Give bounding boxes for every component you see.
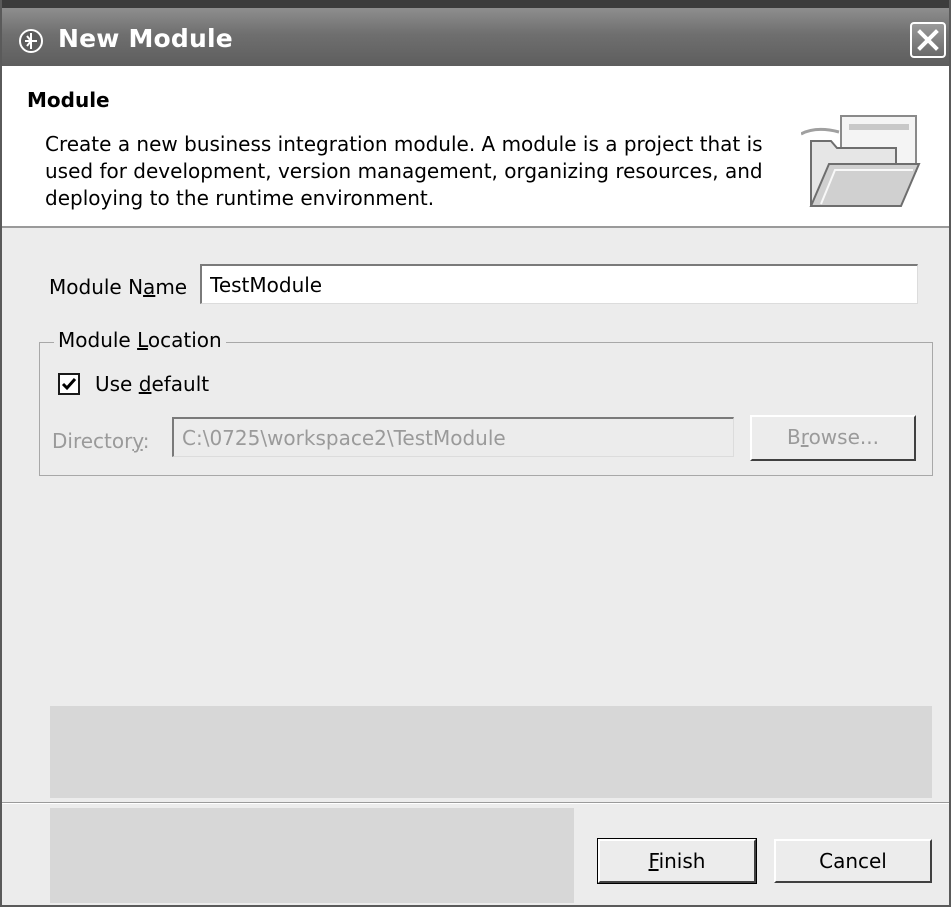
directory-label: Directory: (52, 429, 150, 453)
module-name-label: Module Name (49, 275, 188, 299)
title-bar[interactable]: New Module (2, 0, 949, 66)
module-name-input[interactable] (200, 264, 918, 304)
content-filler-panel (50, 706, 932, 798)
use-default-checkbox[interactable] (58, 373, 80, 395)
footer-separator (2, 802, 949, 804)
page-description: Create a new business integration module… (45, 132, 763, 210)
footer-filler-panel (50, 808, 574, 903)
module-location-group: Module Location Use default Directory: B… (39, 328, 933, 476)
wizard-header: Module Create a new business integration… (2, 66, 949, 228)
eclipse-wizard-icon (19, 29, 43, 53)
use-default-label[interactable]: Use default (95, 372, 209, 396)
cancel-button[interactable]: Cancel (774, 839, 932, 883)
close-icon (917, 29, 939, 51)
checkmark-icon (61, 378, 77, 391)
browse-button: Browse... (750, 415, 916, 461)
page-title: Module (27, 88, 110, 112)
module-location-legend: Module Location (54, 328, 226, 352)
directory-input (172, 417, 734, 457)
window-title: New Module (58, 24, 233, 53)
wizard-content: Module Name Module Location Use default … (2, 228, 949, 798)
close-button[interactable] (910, 22, 946, 58)
folder-icon (801, 115, 921, 207)
new-module-dialog: New Module Module Create a new business … (0, 0, 951, 907)
finish-button[interactable]: Finish (597, 838, 757, 884)
